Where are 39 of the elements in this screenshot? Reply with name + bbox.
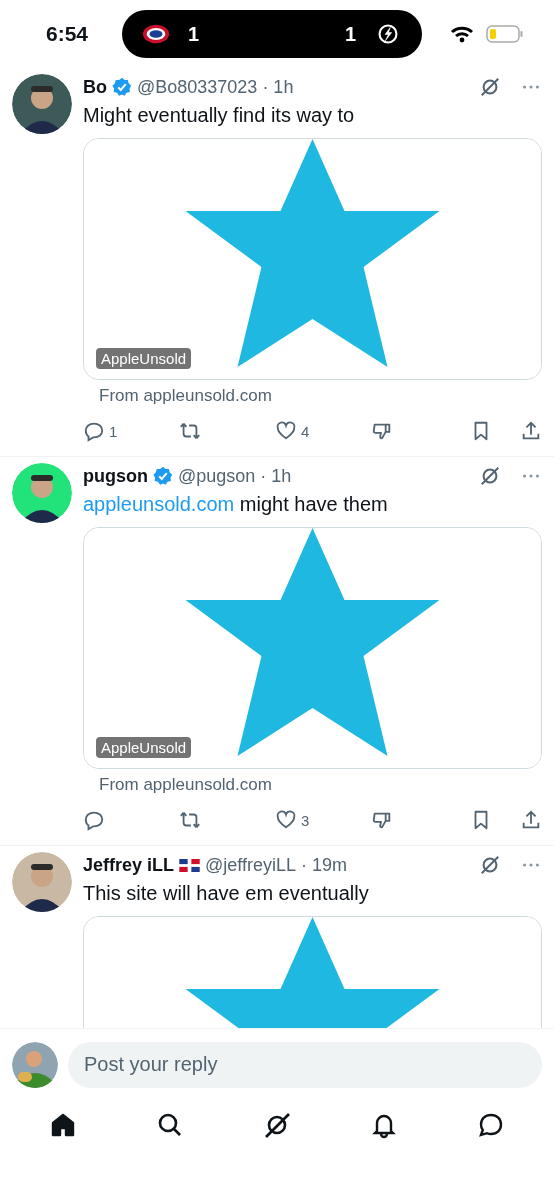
post-text: Might eventually find its way to [83,103,356,128]
share-button[interactable] [520,420,542,442]
like-button[interactable]: 4 [275,420,371,442]
card-label: AppleUnsold [96,737,192,758]
author-handle[interactable]: @Bo80337023 [137,76,258,98]
slashed-circle-icon[interactable] [479,854,501,876]
author-handle[interactable]: @jeffreyiLL [205,854,296,876]
post-time: · 19m [301,854,348,876]
speech-bubble-icon [83,809,105,831]
author-handle[interactable]: @pugson [178,465,256,487]
battery-icon [486,25,524,43]
share-icon [520,809,542,831]
author-name[interactable]: Jeffrey iLL [83,854,175,876]
heart-icon [275,420,297,442]
like-button[interactable]: 3 [275,809,371,831]
post-text: appleunsold.com might have them [83,492,389,517]
card-source[interactable]: From appleunsold.com [99,386,542,406]
author-name[interactable]: Bo [83,76,107,98]
score: 1 [188,22,200,46]
speech-bubble-icon [83,420,105,442]
wifi-icon [450,25,474,43]
heart-icon [275,809,297,831]
team-logo-icon [142,23,170,45]
slashed-circle-icon[interactable] [479,76,501,98]
post-time: · 1h [260,465,292,487]
share-button[interactable] [520,809,542,831]
status-time: 6:54 [46,22,90,46]
card-label: AppleUnsold [96,348,192,369]
slashed-circle-icon[interactable] [479,465,501,487]
share-icon [520,420,542,442]
post-text: This site will have em eventually [83,881,370,906]
author-name[interactable]: pugson [83,465,148,487]
repost-icon [179,420,201,442]
reply-field[interactable]: Post your reply [68,1041,542,1088]
reply-button[interactable]: 1 [83,420,179,442]
card-source[interactable]: From appleunsold.com [99,775,542,795]
repost-icon [179,809,201,831]
score: 1 [344,22,356,46]
post-time: · 1h [262,76,294,98]
